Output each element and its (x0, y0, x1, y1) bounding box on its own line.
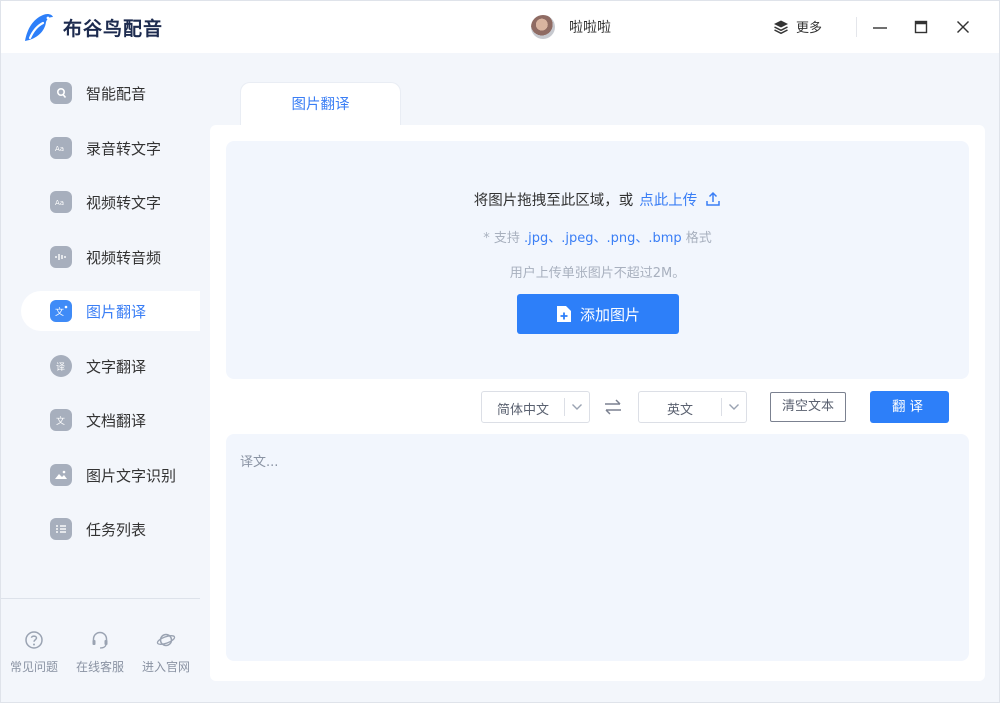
main-content: 图片翻译 将图片拖拽至此区域，或 点此上传 * 支持 .jpg、.jpeg、.pn… (200, 53, 999, 702)
add-image-button[interactable]: 添加图片 (517, 294, 679, 334)
chevron-down-icon (572, 404, 582, 410)
sidebar: 智能配音 Aa 录音转文字 Aa 视频转文字 视频转音频 文 图片翻译 译 文字… (1, 53, 200, 702)
translation-output[interactable]: 译文... (226, 434, 969, 661)
target-language-value: 英文 (666, 403, 693, 418)
official-site-link[interactable]: 进入官网 (133, 630, 199, 675)
bird-logo-icon (25, 13, 53, 41)
microphone-icon (50, 82, 72, 104)
source-language-value: 简体中文 (496, 403, 549, 418)
tab-image-translate[interactable]: 图片翻译 (240, 82, 401, 126)
sidebar-item-label: 文字翻译 (86, 357, 147, 376)
add-file-icon (556, 306, 571, 322)
headset-icon (92, 631, 108, 649)
more-menu-button[interactable]: 更多 (773, 17, 822, 36)
app-window: 布谷鸟配音 啦啦啦 更多 智能配音 Aa 录音转文字 Aa 视频转文字 视频转音… (0, 0, 1000, 703)
user-profile[interactable]: 啦啦啦 (531, 15, 611, 39)
sidebar-item-label: 文档翻译 (86, 412, 147, 430)
sidebar-item-label: 视频转文字 (86, 194, 162, 212)
image-ocr-icon (50, 463, 72, 486)
image-dropzone[interactable]: 将图片拖拽至此区域，或 点此上传 * 支持 .jpg、.jpeg、.png、.bm… (226, 141, 969, 379)
question-icon (25, 631, 43, 649)
footer-label: 进入官网 (141, 660, 190, 674)
output-placeholder: 译文... (240, 455, 279, 470)
footer-label: 常见问题 (9, 660, 58, 674)
sidebar-item-text-translate[interactable]: 译 文字翻译 (21, 346, 200, 386)
username[interactable]: 啦啦啦 (569, 17, 611, 37)
target-language-select[interactable]: 英文 (638, 391, 747, 423)
titlebar-divider (856, 17, 857, 37)
upload-icon[interactable] (705, 191, 721, 207)
footer-label: 在线客服 (75, 660, 124, 674)
source-language-select[interactable]: 简体中文 (481, 391, 590, 423)
translate-button[interactable]: 翻译 (870, 391, 949, 423)
svg-text:文: 文 (56, 415, 65, 426)
sidebar-footer: 常见问题 在线客服 进入官网 (1, 630, 200, 675)
planet-icon (156, 633, 176, 647)
sidebar-item-label: 任务列表 (86, 521, 147, 539)
more-label: 更多 (796, 21, 823, 36)
svg-text:文: 文 (55, 306, 64, 317)
add-image-label: 添加图片 (579, 305, 640, 324)
title-bar: 布谷鸟配音 啦啦啦 更多 (1, 1, 999, 53)
faq-link[interactable]: 常见问题 (1, 630, 67, 675)
formats-prefix: * 支持 (483, 231, 520, 246)
translate-panel: 将图片拖拽至此区域，或 点此上传 * 支持 .jpg、.jpeg、.png、.bm… (210, 125, 985, 681)
formats-extensions: .jpg、.jpeg、.png、.bmp (523, 231, 682, 246)
supported-formats: * 支持 .jpg、.jpeg、.png、.bmp 格式 (226, 227, 969, 246)
sidebar-item-document-translate[interactable]: 文 文档翻译 (21, 400, 200, 440)
chevron-down-icon (729, 404, 739, 410)
minimize-icon[interactable] (871, 18, 889, 36)
sidebar-item-label: 录音转文字 (86, 139, 162, 158)
sidebar-item-label: 智能配音 (86, 85, 147, 103)
translate-controls: 简体中文 英文 清空文本 翻译 (210, 391, 985, 425)
customer-service-link[interactable]: 在线客服 (67, 630, 133, 675)
app-title: 布谷鸟配音 (63, 18, 164, 40)
sidebar-item-video-to-text[interactable]: Aa 视频转文字 (21, 182, 200, 222)
sidebar-item-label: 图片翻译 (86, 303, 147, 321)
svg-text:Aa: Aa (55, 199, 64, 207)
sidebar-nav: 智能配音 Aa 录音转文字 Aa 视频转文字 视频转音频 文 图片翻译 译 文字… (21, 73, 200, 564)
size-limit-note: 用户上传单张图片不超过2M。 (509, 266, 686, 281)
layers-icon (774, 20, 788, 34)
sidebar-item-audio-to-text[interactable]: Aa 录音转文字 (21, 128, 200, 168)
sidebar-item-smart-dubbing[interactable]: 智能配音 (21, 73, 200, 113)
avatar[interactable] (531, 15, 555, 39)
drop-prompt-line: 将图片拖拽至此区域，或 点此上传 (226, 189, 969, 210)
text-translate-icon: 译 (50, 354, 72, 377)
drop-prompt: 将图片拖拽至此区域，或 (473, 193, 634, 209)
maximize-icon[interactable] (912, 18, 930, 36)
sidebar-item-task-list[interactable]: 任务列表 (21, 509, 200, 549)
sidebar-item-image-ocr[interactable]: 图片文字识别 (21, 455, 200, 495)
svg-text:译: 译 (56, 362, 65, 372)
document-translate-icon: 文 (50, 409, 72, 431)
upload-link[interactable]: 点此上传 (639, 193, 697, 209)
close-icon[interactable] (954, 18, 972, 36)
sidebar-item-label: 图片文字识别 (86, 466, 177, 485)
svg-text:Aa: Aa (55, 145, 64, 153)
clear-text-button[interactable]: 清空文本 (770, 392, 846, 422)
sidebar-item-image-translate[interactable]: 文 图片翻译 (21, 291, 200, 331)
select-divider (721, 398, 722, 416)
sidebar-item-label: 视频转音频 (86, 248, 162, 267)
task-list-icon (50, 518, 72, 540)
video-audio-icon (50, 245, 72, 268)
image-translate-icon: 文 (50, 300, 72, 322)
select-divider (564, 398, 565, 416)
sidebar-divider (1, 598, 200, 599)
video-text-icon: Aa (50, 191, 72, 213)
swap-languages-icon[interactable] (603, 397, 623, 417)
audio-text-icon: Aa (50, 136, 72, 159)
formats-suffix: 格式 (685, 231, 712, 246)
sidebar-item-video-to-audio[interactable]: 视频转音频 (21, 237, 200, 277)
